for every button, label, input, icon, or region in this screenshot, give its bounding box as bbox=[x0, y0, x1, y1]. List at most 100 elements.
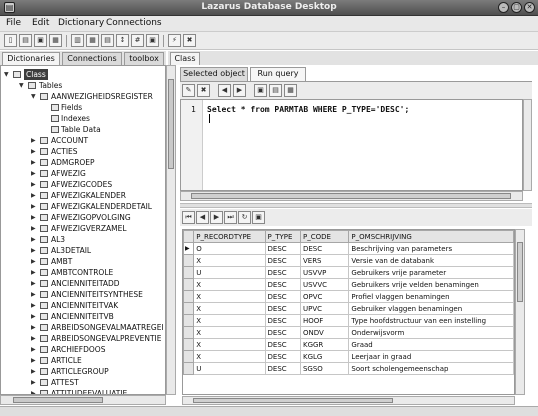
tree-node-table[interactable]: ▶ AFWEZIG bbox=[31, 168, 165, 179]
export-icon[interactable]: ▦ bbox=[284, 84, 297, 97]
table-row[interactable]: X DESC ONDV Onderwijsvorm bbox=[183, 326, 514, 339]
tab-selected-object[interactable]: Selected object bbox=[180, 67, 248, 81]
table-cell[interactable]: X bbox=[193, 302, 266, 315]
table-cell[interactable]: DESC bbox=[264, 314, 301, 327]
tree-node-table[interactable]: ▶ AFWEZIGOPVOLGING bbox=[31, 212, 165, 223]
table-cell[interactable]: X bbox=[193, 278, 266, 291]
column-header[interactable]: P_CODE bbox=[299, 230, 350, 243]
table-cell[interactable]: X bbox=[193, 254, 266, 267]
expand-icon[interactable]: ▶ bbox=[31, 234, 36, 245]
tree-node-table[interactable]: ▶ ARBEIDSONGEVALMAATREGEI bbox=[31, 322, 165, 333]
table-cell[interactable]: Gebruikers vrije velden benamingen bbox=[348, 278, 514, 291]
table-row[interactable]: X DESC USVVC Gebruikers vrije velden benami… bbox=[183, 278, 514, 291]
expand-icon[interactable]: ▶ bbox=[31, 388, 36, 394]
table-cell[interactable]: Graad bbox=[348, 338, 514, 351]
sql-text[interactable]: Select * from PARMTAB WHERE P_TYPE='DESC… bbox=[207, 105, 409, 114]
refresh-icon[interactable]: ↻ bbox=[238, 211, 251, 224]
row-indicator[interactable] bbox=[183, 302, 195, 315]
expand-icon[interactable]: ▶ bbox=[31, 157, 36, 168]
tree-node-table[interactable]: ▶ ANCIENNITEITVAK bbox=[31, 300, 165, 311]
row-indicator[interactable] bbox=[183, 350, 195, 363]
scroll-thumb[interactable] bbox=[193, 398, 393, 403]
table-row[interactable]: X DESC UPVC Gebruiker vlaggen benamingen bbox=[183, 302, 514, 315]
close-query-icon[interactable]: ✖ bbox=[197, 84, 210, 97]
expand-icon[interactable]: ▶ bbox=[31, 190, 36, 201]
tree-node-table[interactable]: ▶ ARCHIEFDOOS bbox=[31, 344, 165, 355]
grid-save-icon[interactable]: ▣ bbox=[252, 211, 265, 224]
prior-record-icon[interactable]: ◀ bbox=[196, 211, 209, 224]
tree-node-table[interactable]: ▶ AL3 bbox=[31, 234, 165, 245]
expand-icon[interactable]: ▶ bbox=[31, 344, 36, 355]
scroll-thumb[interactable] bbox=[13, 397, 103, 403]
table-cell[interactable]: DESC bbox=[264, 302, 301, 315]
table-cell[interactable]: Leerjaar in graad bbox=[348, 350, 514, 363]
tree-node-table[interactable]: ▶ AFWEZIGCODES bbox=[31, 179, 165, 190]
scroll-thumb[interactable] bbox=[168, 79, 174, 169]
maximize-button[interactable]: ▢ bbox=[511, 2, 522, 13]
save-icon[interactable]: ▣ bbox=[34, 34, 47, 47]
dictionary-tree[interactable]: ▼ Class ▼ Tables ▼ AANWEZIGHEIDSREGISTER… bbox=[0, 65, 166, 395]
splitter[interactable] bbox=[180, 203, 532, 208]
tree-node-table[interactable]: ▶ ADMGROEP bbox=[31, 157, 165, 168]
tree-node-table[interactable]: ▶ ANCIENNITEITSYNTHESE bbox=[31, 289, 165, 300]
table-cell[interactable]: Soort scholengemeenschap bbox=[348, 362, 514, 375]
expand-icon[interactable]: ▶ bbox=[31, 179, 36, 190]
tree-node-child[interactable]: Indexes bbox=[51, 113, 161, 124]
tree-node-table[interactable]: ▶ AFWEZIGVERZAMEL bbox=[31, 223, 165, 234]
table-cell[interactable]: DESC bbox=[264, 350, 301, 363]
row-indicator[interactable] bbox=[183, 362, 195, 375]
tab-run-query[interactable]: Run query bbox=[250, 67, 306, 81]
table-cell[interactable]: DESC bbox=[264, 266, 301, 279]
expand-icon[interactable]: ▶ bbox=[31, 135, 36, 146]
table-cell[interactable]: VERS bbox=[299, 254, 350, 267]
tree-node-tables[interactable]: ▼ Tables bbox=[19, 80, 159, 91]
table-cell[interactable]: DESC bbox=[264, 362, 301, 375]
tree-node-table[interactable]: ▶ AL3DETAIL bbox=[31, 245, 165, 256]
table-cell[interactable]: DESC bbox=[264, 242, 301, 255]
tree-node-table[interactable]: ▶ ATTEST bbox=[31, 377, 165, 388]
expand-icon[interactable]: ▶ bbox=[31, 245, 36, 256]
table-cell[interactable]: Onderwijsvorm bbox=[348, 326, 514, 339]
table-icon[interactable]: ▥ bbox=[71, 34, 84, 47]
tree-node-table[interactable]: ▶ ARBEIDSONGEVALPREVENTIE bbox=[31, 333, 165, 344]
collapse-icon[interactable]: ▼ bbox=[4, 69, 9, 80]
tab-connections[interactable]: Connections bbox=[62, 52, 122, 65]
field-icon[interactable]: ▤ bbox=[101, 34, 114, 47]
expand-icon[interactable]: ▶ bbox=[31, 322, 36, 333]
table-cell[interactable]: Gebruikers vrije parameter bbox=[348, 266, 514, 279]
sort-az-icon[interactable]: ↕ bbox=[116, 34, 129, 47]
tree-node-table[interactable]: ▶ AFWEZIGKALENDER bbox=[31, 190, 165, 201]
tree-vertical-scrollbar[interactable] bbox=[166, 65, 176, 395]
tree-node-table[interactable]: ▶ ARTICLEGROUP bbox=[31, 366, 165, 377]
connect-icon[interactable]: ⚡ bbox=[168, 34, 181, 47]
expand-icon[interactable]: ▶ bbox=[31, 212, 36, 223]
row-indicator[interactable] bbox=[183, 290, 195, 303]
sql-editor[interactable]: 1 Select * from PARMTAB WHERE P_TYPE='DE… bbox=[180, 99, 523, 191]
tree-node-child[interactable]: Table Data bbox=[51, 124, 161, 135]
column-header[interactable]: P_OMSCHRIJVING bbox=[348, 230, 514, 243]
row-indicator[interactable] bbox=[183, 314, 195, 327]
row-indicator[interactable] bbox=[183, 278, 195, 291]
tree-node-child[interactable]: Fields bbox=[51, 102, 161, 113]
expand-icon[interactable]: ▶ bbox=[31, 289, 36, 300]
tab-dictionaries[interactable]: Dictionaries bbox=[2, 52, 60, 65]
brush-icon[interactable]: ✎ bbox=[182, 84, 195, 97]
expand-icon[interactable]: ▶ bbox=[31, 223, 36, 234]
row-indicator[interactable] bbox=[183, 326, 195, 339]
tree-node-open-table[interactable]: ▼ AANWEZIGHEIDSREGISTER bbox=[31, 91, 165, 102]
table-row[interactable]: U DESC USVVP Gebruikers vrije parameter bbox=[183, 266, 514, 279]
expand-icon[interactable]: ▶ bbox=[31, 377, 36, 388]
menu-file[interactable]: File bbox=[6, 18, 21, 28]
column-header[interactable]: P_TYPE bbox=[264, 230, 301, 243]
tree-node-table[interactable]: ▶ AMBTCONTROLE bbox=[31, 267, 165, 278]
table-cell[interactable]: X bbox=[193, 326, 266, 339]
table-cell[interactable]: HOOF bbox=[299, 314, 350, 327]
table-cell[interactable]: X bbox=[193, 314, 266, 327]
table-cell[interactable]: DESC bbox=[264, 278, 301, 291]
tree-node-table[interactable]: ▶ ARTICLE bbox=[31, 355, 165, 366]
table-cell[interactable]: Versie van de databank bbox=[348, 254, 514, 267]
table-cell[interactable]: O bbox=[193, 242, 266, 255]
table-row[interactable]: X DESC KGGR Graad bbox=[183, 338, 514, 351]
expand-icon[interactable]: ▶ bbox=[31, 300, 36, 311]
grid-icon[interactable]: ▦ bbox=[86, 34, 99, 47]
